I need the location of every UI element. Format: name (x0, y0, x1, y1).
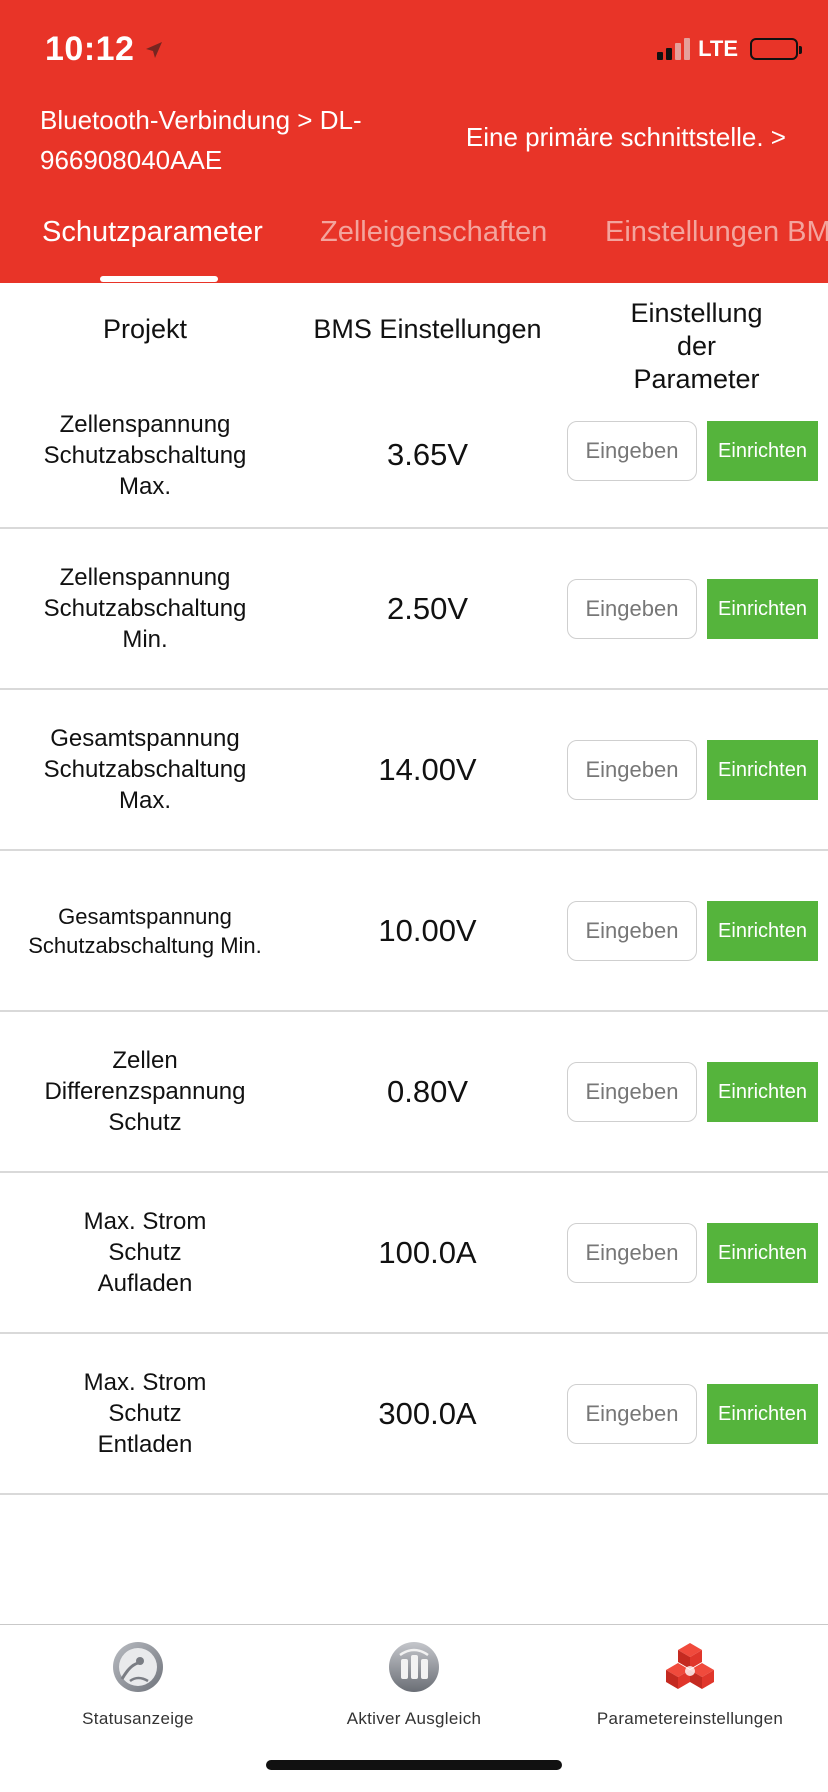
network-label: LTE (698, 36, 738, 61)
set-button[interactable]: Einrichten (707, 1384, 818, 1444)
set-button[interactable]: Einrichten (707, 421, 818, 481)
screen: 10:12 LTE Bluetooth-Verbindung > DL-9669… (0, 0, 828, 1792)
table-header: Projekt BMS Einstellungen Einstellung de… (0, 283, 828, 394)
row-label: Zellen Differenzspannung Schutz (44, 1047, 246, 1136)
row-value: 10.00V (378, 912, 477, 948)
row-value: 100.0A (378, 1234, 477, 1270)
row-label: Max. Strom Schutz Aufladen (83, 1208, 207, 1297)
row-value: 300.0A (378, 1395, 477, 1431)
primary-interface-link[interactable]: Eine primäre schnittstelle. > (466, 122, 786, 153)
balance-icon (389, 1642, 439, 1692)
tabbar-item-parametereinstellungen[interactable]: Parametereinstellungen (552, 1635, 828, 1745)
tabbar-label: Parametereinstellungen (596, 1709, 784, 1728)
row-label: Zellenspannung Schutzabschaltung Max. (43, 410, 247, 500)
row-value: 14.00V (378, 751, 477, 787)
column-header-parameter: Einstellung der Parameter (630, 298, 763, 394)
tabbar-label: Aktiver Ausgleich (346, 1709, 482, 1728)
table-row: Zellenspannung Schutzabschaltung Max. 3.… (0, 383, 828, 529)
table-row: Max. Strom Schutz Entladen 300.0A Eingeb… (0, 1334, 828, 1495)
table-row: Zellenspannung Schutzabschaltung Min. 2.… (0, 529, 828, 690)
input-button[interactable]: Eingeben (567, 1223, 697, 1283)
row-label: Gesamtspannung Schutzabschaltung Min. (28, 903, 262, 958)
tab-einstellungen-bms[interactable]: Einstellungen BMS (605, 216, 828, 249)
app-header: 10:12 LTE Bluetooth-Verbindung > DL-9669… (0, 0, 828, 283)
table-row: Gesamtspannung Schutzabschaltung Min. 10… (0, 851, 828, 1012)
set-button[interactable]: Einrichten (707, 901, 818, 961)
table-row: Max. Strom Schutz Aufladen 100.0A Eingeb… (0, 1173, 828, 1334)
input-button[interactable]: Eingeben (567, 579, 697, 639)
parameter-table: Zellenspannung Schutzabschaltung Max. 3.… (0, 383, 828, 1495)
top-tabs: Schutzparameter Zelleigenschaften Einste… (0, 208, 828, 283)
home-indicator[interactable] (266, 1760, 562, 1770)
input-button[interactable]: Eingeben (567, 1062, 697, 1122)
input-button[interactable]: Eingeben (567, 1384, 697, 1444)
table-row: Gesamtspannung Schutzabschaltung Max. 14… (0, 690, 828, 851)
status-time: 10:12 (45, 30, 164, 69)
row-value: 2.50V (386, 590, 468, 626)
set-button[interactable]: Einrichten (707, 1223, 818, 1283)
set-button[interactable]: Einrichten (707, 579, 818, 639)
status-time-text: 10:12 (45, 30, 135, 68)
gauge-icon (113, 1642, 163, 1692)
tab-zelleigenschaften[interactable]: Zelleigenschaften (320, 216, 547, 249)
row-label: Gesamtspannung Schutzabschaltung Max. (43, 725, 247, 814)
input-button[interactable]: Eingeben (567, 901, 697, 961)
column-header-bms: BMS Einstellungen (313, 314, 542, 344)
bluetooth-connection-link[interactable]: Bluetooth-Verbindung > DL-966908040AAE (40, 100, 380, 180)
set-button[interactable]: Einrichten (707, 740, 818, 800)
input-button[interactable]: Eingeben (567, 740, 697, 800)
tabbar-item-statusanzeige[interactable]: Statusanzeige (0, 1635, 276, 1745)
row-label: Zellenspannung Schutzabschaltung Min. (43, 564, 247, 653)
column-header-project: Projekt (102, 314, 188, 344)
cubes-icon (666, 1643, 714, 1689)
row-value: 3.65V (386, 437, 468, 472)
location-arrow-icon (146, 41, 163, 58)
status-indicators: LTE (657, 36, 802, 62)
set-button[interactable]: Einrichten (707, 1062, 818, 1122)
table-row: Zellen Differenzspannung Schutz 0.80V Ei… (0, 1012, 828, 1173)
tab-schutzparameter[interactable]: Schutzparameter (42, 216, 263, 249)
tabbar-item-aktiver-ausgleich[interactable]: Aktiver Ausgleich (276, 1635, 552, 1745)
tabbar-label: Statusanzeige (82, 1709, 194, 1728)
row-value: 0.80V (386, 1073, 468, 1109)
input-button[interactable]: Eingeben (567, 421, 697, 481)
active-tab-indicator (100, 276, 218, 282)
signal-icon (657, 38, 691, 60)
battery-icon (750, 38, 802, 60)
row-label: Max. Strom Schutz Entladen (83, 1369, 207, 1458)
